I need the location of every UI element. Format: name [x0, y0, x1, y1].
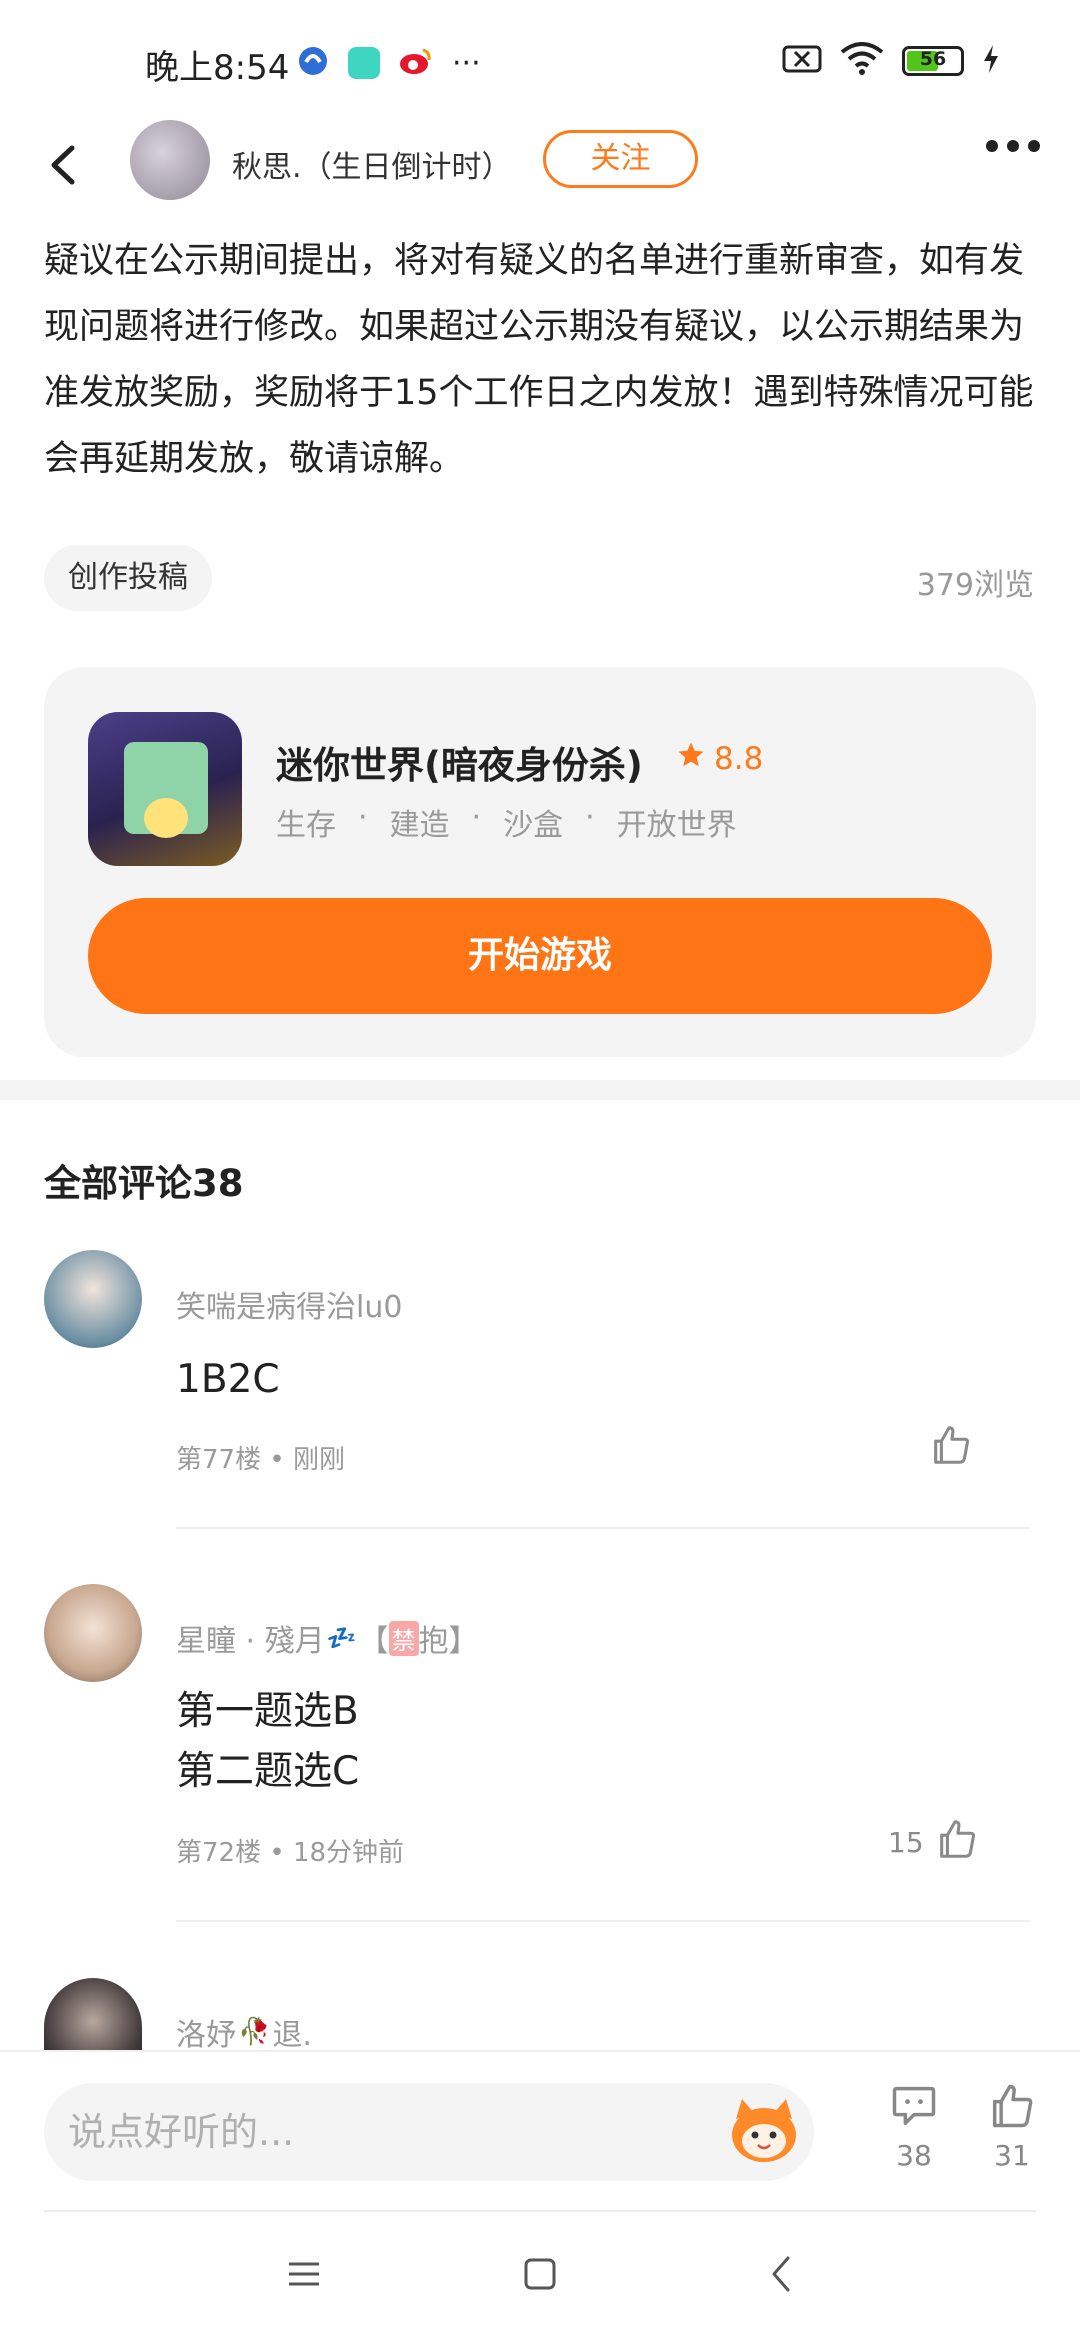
menu-icon[interactable]: [286, 2256, 322, 2296]
author-avatar[interactable]: [130, 120, 210, 200]
comment-username[interactable]: 星瞳 · 殘月 💤 【 禁 抱】: [176, 1616, 479, 1660]
article-text: 疑议在公示期间提出，将对有疑义的名单进行重新审查，如有发现问题将进行修改。如果超…: [44, 241, 1034, 479]
game-tag-sep: ·: [585, 800, 595, 835]
category-tag[interactable]: 创作投稿: [44, 545, 212, 611]
system-nav-bar: [0, 2212, 1080, 2340]
section-divider: [0, 1080, 1080, 1100]
comment-time: 刚刚: [292, 1445, 345, 1475]
status-app-icons: ···: [296, 44, 481, 82]
game-tag-sep: ·: [471, 800, 482, 835]
more-options-icon[interactable]: [986, 140, 1040, 152]
comment-meta: 第77楼 • 刚刚: [176, 1445, 345, 1475]
view-count: 379浏览: [916, 568, 1034, 603]
comment-avatar[interactable]: [44, 1978, 142, 2050]
game-tag: 开放世界: [616, 808, 737, 843]
rating-value: 8.8: [714, 741, 764, 777]
nav-back-icon[interactable]: [764, 2254, 800, 2298]
game-icon[interactable]: [88, 712, 242, 866]
start-game-button[interactable]: 开始游戏: [88, 898, 992, 1014]
emoji-picker-icon[interactable]: [726, 2095, 802, 2165]
status-right-icons: 56: [782, 42, 1000, 80]
app-notification-icon: [296, 44, 330, 82]
app-teal-icon: [348, 47, 380, 79]
comment-avatar[interactable]: [44, 1584, 142, 1682]
comment-floor: 第72楼: [176, 1838, 262, 1868]
comment-input[interactable]: 说点好听的...: [44, 2083, 814, 2181]
game-tag: 生存: [276, 808, 336, 843]
comment-like[interactable]: 15: [888, 1816, 980, 1869]
author-name[interactable]: 秋思.（生日倒计时）: [232, 142, 512, 186]
forbidden-badge: 禁: [388, 1620, 419, 1656]
like-count: 31: [994, 2139, 1030, 2172]
like-count: 15: [888, 1826, 924, 1859]
thumbs-up-icon[interactable]: [986, 2080, 1038, 2139]
comment-text: 第一题选B 第二题选C: [176, 1689, 360, 1794]
comment-username[interactable]: 笑喘是病得治lu0: [176, 1282, 402, 1326]
comment-text: 1B2C: [176, 1357, 280, 1402]
status-time: 晚上8:54: [145, 48, 290, 88]
follow-button[interactable]: 关注: [543, 130, 698, 188]
comment-divider: [176, 1527, 1030, 1529]
back-icon[interactable]: [40, 130, 90, 200]
game-tags: 生存 · 建造 · 沙盒 · 开放世界: [276, 800, 737, 844]
comment-username[interactable]: 洛妤 🥀 退.: [176, 2010, 312, 2054]
sleep-emoji-icon: 💤: [326, 1624, 357, 1652]
game-rating: 8.8: [676, 740, 763, 778]
comment-count-button[interactable]: 38: [888, 2080, 940, 2172]
comment-icon[interactable]: [888, 2080, 940, 2139]
comment-meta: 第72楼 • 18分钟前: [176, 1838, 405, 1868]
like-button[interactable]: 31: [986, 2080, 1038, 2172]
game-tag-sep: ·: [358, 800, 368, 835]
more-notifications-icon: ···: [452, 45, 481, 81]
weibo-icon: [398, 44, 434, 82]
game-tag: 建造: [389, 808, 450, 843]
comment-divider: [176, 1920, 1030, 1922]
comment-avatar[interactable]: [44, 1250, 142, 1348]
sim-off-icon: [782, 44, 822, 78]
flower-emoji-icon: 🥀: [238, 2017, 271, 2047]
home-icon[interactable]: [522, 2256, 558, 2296]
comment-count: 38: [896, 2139, 932, 2172]
comment-like[interactable]: [928, 1422, 974, 1475]
game-tag: 沙盒: [503, 808, 564, 843]
battery-icon: 56: [902, 46, 964, 76]
comment-floor: 第77楼: [176, 1445, 262, 1475]
comments-title: 全部评论38: [44, 1162, 244, 1205]
thumbs-up-icon[interactable]: [934, 1816, 980, 1869]
wifi-icon: [840, 42, 884, 80]
comment-time: 18分钟前: [292, 1838, 405, 1868]
charging-icon: [982, 44, 1000, 78]
game-title[interactable]: 迷你世界(暗夜身份杀): [276, 735, 643, 789]
thumbs-up-icon[interactable]: [928, 1422, 974, 1475]
star-icon: [676, 740, 706, 778]
status-bar: 晚上8:54 ··· 56: [0, 0, 1080, 120]
